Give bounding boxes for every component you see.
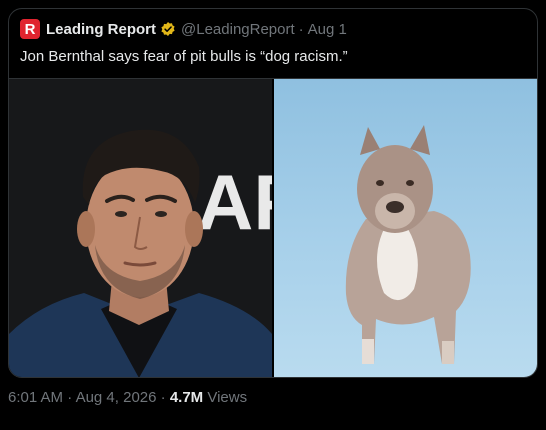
meta-separator: · (67, 389, 73, 406)
views-count[interactable]: 4.7M (170, 389, 203, 406)
photo-pit-bull[interactable] (274, 79, 537, 377)
verified-badge-icon (161, 22, 175, 36)
quoted-tweet-card[interactable]: R Leading Report @LeadingReport · Aug 1 … (8, 8, 538, 378)
quoted-tweet-date[interactable]: Aug 1 (308, 21, 347, 38)
quoted-author-handle[interactable]: @LeadingReport (181, 21, 295, 38)
photo-man-portrait[interactable]: AF (9, 79, 272, 377)
meta-separator-2: · (160, 389, 166, 406)
post-date[interactable]: Aug 4, 2026 (76, 389, 157, 406)
post-meta: 6:01 AM · Aug 4, 2026 · 4.7M Views (8, 389, 247, 406)
quoted-tweet-header: R Leading Report @LeadingReport · Aug 1 (20, 18, 347, 40)
views-label: Views (207, 389, 248, 406)
quoted-tweet-text: Jon Bernthal says fear of pit bulls is “… (20, 48, 348, 65)
man-portrait-illustration: AF (9, 79, 272, 377)
media-grid: AF (9, 78, 537, 377)
quoted-author-name[interactable]: Leading Report (46, 21, 156, 38)
post-time[interactable]: 6:01 AM (8, 389, 63, 406)
pit-bull-illustration (345, 125, 471, 364)
backdrop-letters: AF (197, 158, 272, 246)
post-frame: R Leading Report @LeadingReport · Aug 1 … (0, 0, 546, 430)
leading-report-logo[interactable]: R (20, 19, 40, 39)
header-separator: · (298, 20, 304, 38)
